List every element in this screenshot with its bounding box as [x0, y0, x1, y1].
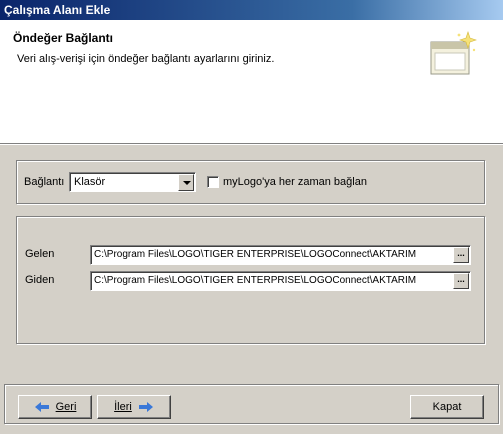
page-subtitle: Veri alış-verişi için öndeğer bağlantı a… — [17, 53, 275, 65]
window-title: Çalışma Alanı Ekle — [0, 0, 503, 20]
incoming-path-field[interactable]: C:\Program Files\LOGO\TIGER ENTERPRISE\L… — [90, 245, 471, 265]
next-button[interactable]: İleri — [97, 395, 171, 419]
incoming-label: Gelen — [25, 248, 55, 260]
back-button[interactable]: Geri — [18, 395, 92, 419]
connection-select[interactable]: Klasör — [69, 172, 196, 192]
close-button-label: Kapat — [432, 401, 462, 413]
outgoing-label: Giden — [25, 274, 55, 286]
next-button-label: İleri — [114, 401, 132, 413]
outgoing-browse-button[interactable]: ... — [453, 273, 469, 289]
arrow-right-icon — [138, 402, 153, 412]
close-button[interactable]: Kapat — [410, 395, 484, 419]
connection-label: Bağlantı — [24, 176, 65, 188]
always-connect-checkbox[interactable] — [207, 176, 219, 188]
incoming-browse-button[interactable]: ... — [453, 247, 469, 263]
wizard-window-sparkle-icon — [430, 31, 477, 75]
arrow-left-icon — [34, 402, 49, 412]
outgoing-path-field[interactable]: C:\Program Files\LOGO\TIGER ENTERPRISE\L… — [90, 271, 471, 291]
outgoing-path-value: C:\Program Files\LOGO\TIGER ENTERPRISE\L… — [94, 275, 417, 286]
wizard-header: Öndeğer Bağlantı Veri alış-verişi için ö… — [0, 20, 503, 144]
page-title: Öndeğer Bağlantı — [13, 31, 114, 45]
incoming-path-value: C:\Program Files\LOGO\TIGER ENTERPRISE\L… — [94, 249, 417, 260]
chevron-down-icon[interactable] — [178, 174, 194, 191]
always-connect-label[interactable]: myLogo'ya her zaman bağlan — [223, 176, 367, 188]
back-button-label: Geri — [55, 401, 77, 413]
connection-select-value: Klasör — [74, 176, 106, 188]
